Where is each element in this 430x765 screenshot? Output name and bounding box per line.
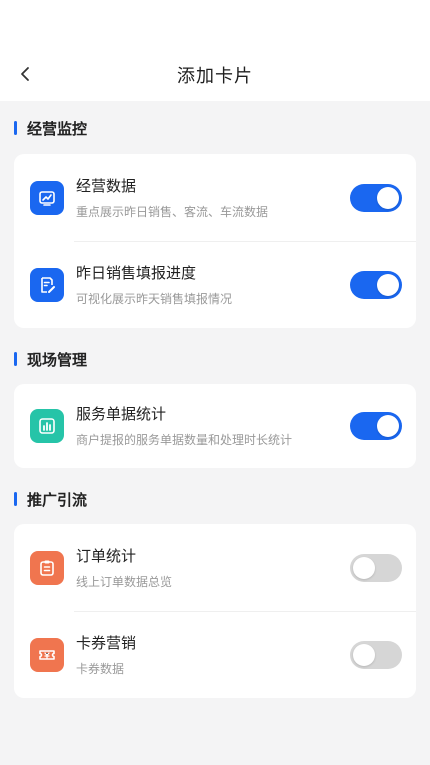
card-promotion: 订单统计 线上订单数据总览 卡券营销 卡券数据 [14,524,416,698]
bar-chart-icon [30,409,64,443]
section-title: 经营监控 [27,119,88,138]
trend-chart-icon [30,180,64,215]
clipboard-icon [30,550,64,585]
top-bar: 添加卡片 [0,0,430,101]
coupon-marketing-toggle[interactable] [350,640,402,669]
card-business-monitor: 经营数据 重点展示昨日销售、客流、车流数据 昨日销售填报进度 可视化展示昨天销售… [14,154,416,328]
card-item-title: 订单统计 [76,546,137,565]
section-accent-bar [14,121,17,135]
card-item-title: 昨日销售填报进度 [76,263,197,282]
card-item-subtitle: 线上订单数据总览 [76,574,173,589]
section-title: 现场管理 [27,350,88,369]
section-header-site-management: 现场管理 [14,349,87,369]
card-item-sales-report-progress[interactable]: 昨日销售填报进度 可视化展示昨天销售填报情况 [14,241,416,328]
card-item-coupon-marketing[interactable]: 卡券营销 卡券数据 [14,611,416,698]
toggle-knob [377,415,399,437]
page-title: 添加卡片 [177,66,253,87]
business-data-toggle[interactable] [350,183,402,212]
card-item-order-stats[interactable]: 订单统计 线上订单数据总览 [14,524,416,611]
card-item-subtitle: 卡券数据 [76,661,125,676]
service-ticket-stats-toggle[interactable] [350,412,402,440]
card-item-subtitle: 重点展示昨日销售、客流、车流数据 [76,204,269,219]
toggle-knob [377,273,399,296]
coupon-icon [30,637,64,672]
order-stats-toggle[interactable] [350,553,402,582]
card-item-title: 经营数据 [76,176,137,195]
card-item-business-data[interactable]: 经营数据 重点展示昨日销售、客流、车流数据 [14,154,416,241]
sales-report-progress-toggle[interactable] [350,270,402,299]
card-item-subtitle: 商户提报的服务单据数量和处理时长统计 [76,433,293,447]
section-header-promotion: 推广引流 [14,489,87,509]
toggle-knob [377,186,399,209]
toggle-knob [353,643,375,666]
section-accent-bar [14,352,17,366]
card-item-subtitle: 可视化展示昨天销售填报情况 [76,291,233,306]
toggle-knob [353,556,375,579]
card-item-service-ticket-stats[interactable]: 服务单据统计 商户提报的服务单据数量和处理时长统计 [14,384,416,468]
card-item-title: 卡券营销 [76,633,137,652]
card-site-management: 服务单据统计 商户提报的服务单据数量和处理时长统计 [14,384,416,468]
section-accent-bar [14,492,17,506]
edit-report-icon [30,267,64,302]
section-header-business-monitor: 经营监控 [14,118,87,138]
section-title: 推广引流 [27,490,88,509]
card-item-title: 服务单据统计 [76,405,167,423]
